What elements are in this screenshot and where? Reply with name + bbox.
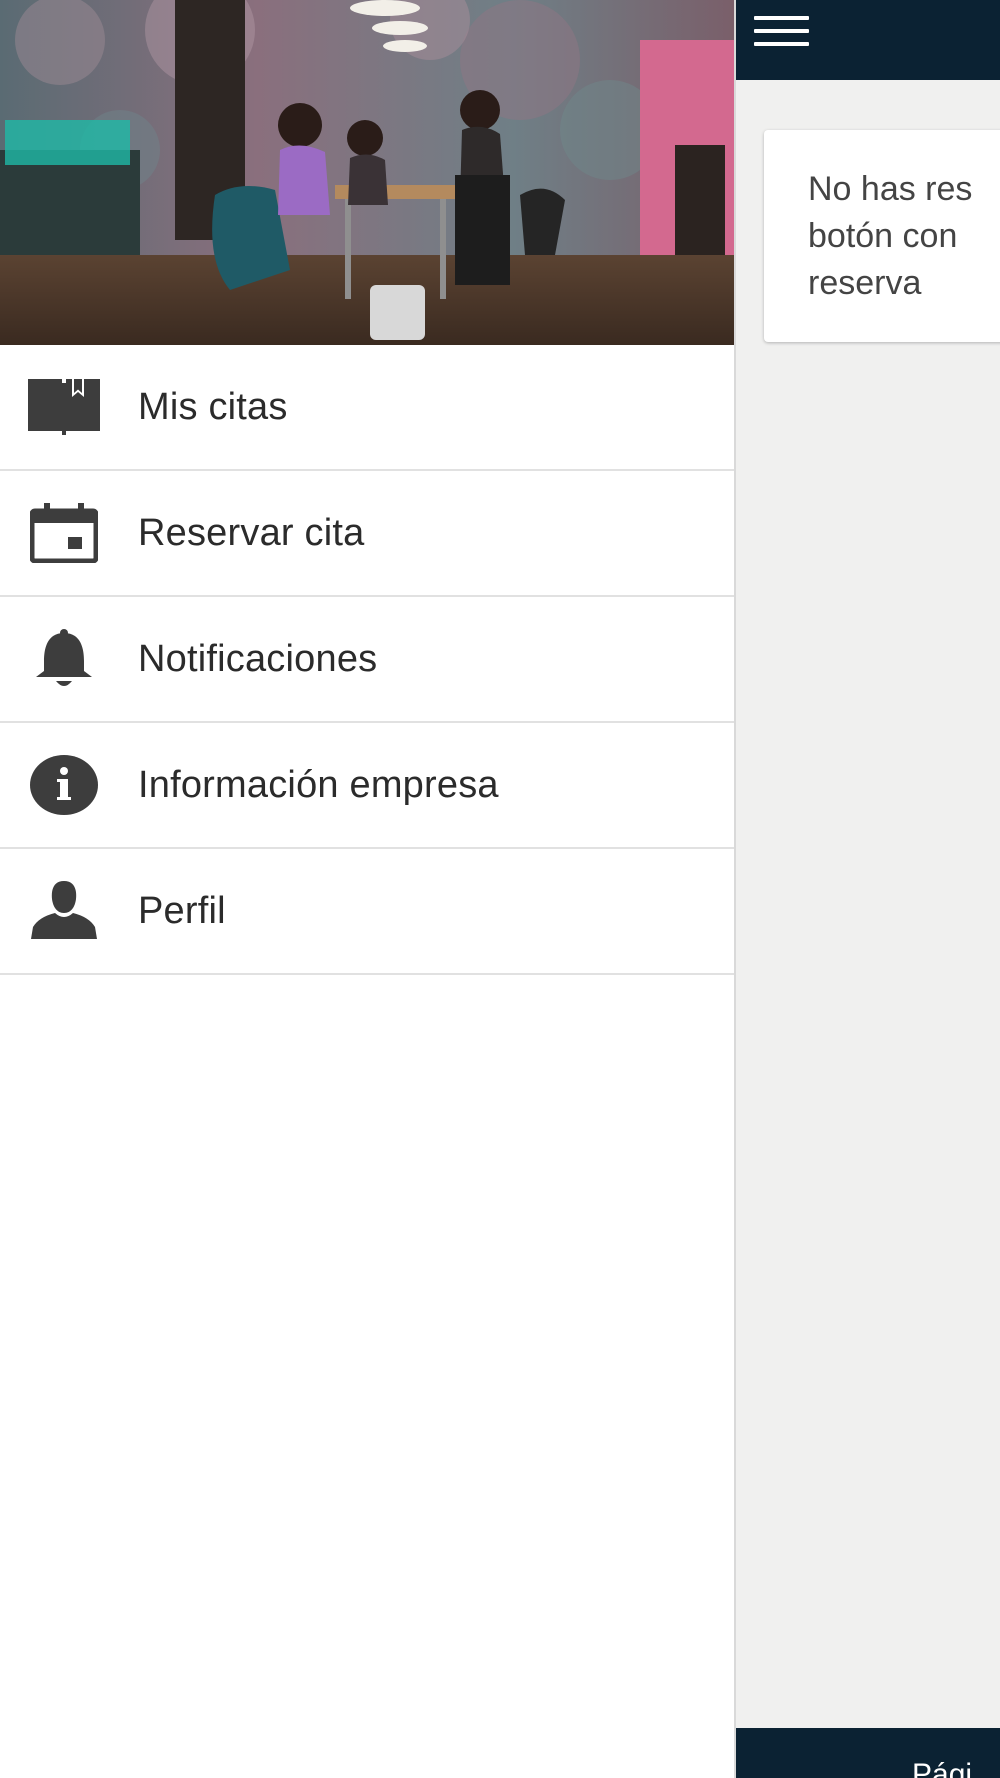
navigation-drawer: Mis citas Reservar cita Notificaciones I… xyxy=(0,0,736,1778)
person-icon xyxy=(26,876,102,946)
calendar-icon xyxy=(26,498,102,568)
menu-item-label: Reservar cita xyxy=(138,511,365,554)
drawer-header-image xyxy=(0,0,734,345)
empty-appointments-message: No has res botón con reserva xyxy=(808,170,973,302)
drawer-menu: Mis citas Reservar cita Notificaciones I… xyxy=(0,345,734,975)
main-content: No has res botón con reserva Pági xyxy=(736,0,1000,1778)
bottom-bar: Pági xyxy=(736,1728,1000,1778)
top-bar xyxy=(736,0,1000,80)
bell-icon xyxy=(26,624,102,694)
menu-item-perfil[interactable]: Perfil xyxy=(0,849,734,975)
menu-item-label: Mis citas xyxy=(138,385,288,428)
app-screen: No has res botón con reserva Pági Mis ci… xyxy=(0,0,1000,1778)
menu-item-label: Perfil xyxy=(138,889,226,932)
menu-item-mis-citas[interactable]: Mis citas xyxy=(0,345,734,471)
menu-item-informacion-empresa[interactable]: Información empresa xyxy=(0,723,734,849)
menu-item-reservar-cita[interactable]: Reservar cita xyxy=(0,471,734,597)
menu-item-label: Información empresa xyxy=(138,763,499,806)
hamburger-menu-icon[interactable] xyxy=(754,8,814,54)
pagination-label: Pági xyxy=(912,1758,973,1778)
menu-item-notificaciones[interactable]: Notificaciones xyxy=(0,597,734,723)
info-icon xyxy=(26,750,102,820)
empty-appointments-card: No has res botón con reserva xyxy=(764,130,1000,342)
book-icon xyxy=(26,372,102,442)
menu-item-label: Notificaciones xyxy=(138,637,378,680)
